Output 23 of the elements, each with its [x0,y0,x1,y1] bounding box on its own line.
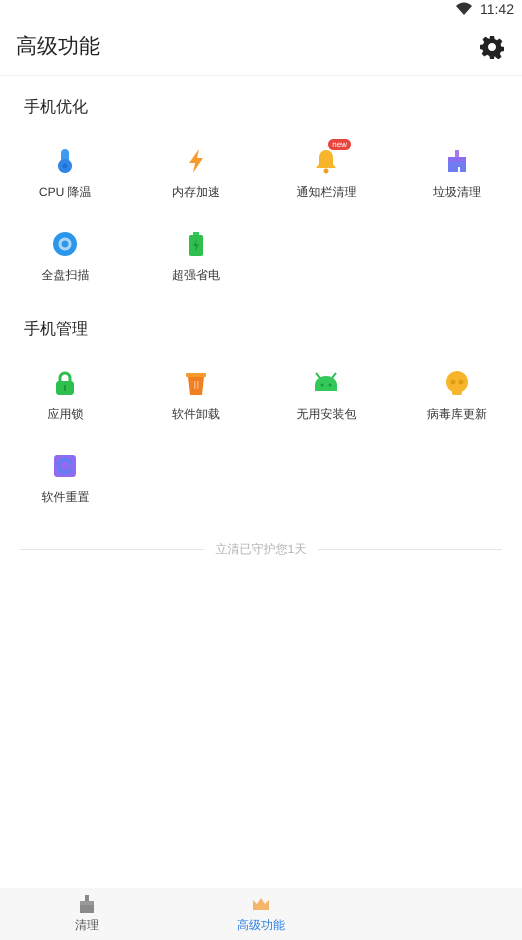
section-title: 手机管理 [23,320,89,340]
nav-tab[interactable]: 清理 [0,888,174,940]
wifi-icon [456,1,472,17]
tool-item[interactable]: 软件卸载 [130,354,261,437]
tool-item[interactable]: 全盘扫描 [0,215,130,298]
settings-icon [480,34,504,58]
tool-item[interactable]: 病毒库更新 [392,354,522,437]
protection-note: 立清已守护您1天 [216,541,306,558]
section-title: 手机优化 [23,98,89,118]
tool-item[interactable]: CPU 降温 [0,132,130,215]
tool-item[interactable]: 内存加速 [130,132,261,215]
tool-item[interactable]: 垃圾清理 [392,132,522,215]
tool-item[interactable]: 无用安装包 [261,354,392,437]
tool-item[interactable]: 应用锁 [0,354,130,437]
nav-tab[interactable]: 高级功能 [174,888,348,940]
broom-icon [77,894,97,914]
page-title: 高级功能 [16,34,100,60]
scan-disc-icon [51,230,80,258]
tool-item[interactable]: new 通知栏清理 [261,132,392,215]
tool-item[interactable]: 超强省电 [130,215,261,298]
status-time: 11:42 [480,0,514,18]
new-badge: new [328,138,351,150]
tool-item[interactable]: 软件重置 [0,437,130,520]
